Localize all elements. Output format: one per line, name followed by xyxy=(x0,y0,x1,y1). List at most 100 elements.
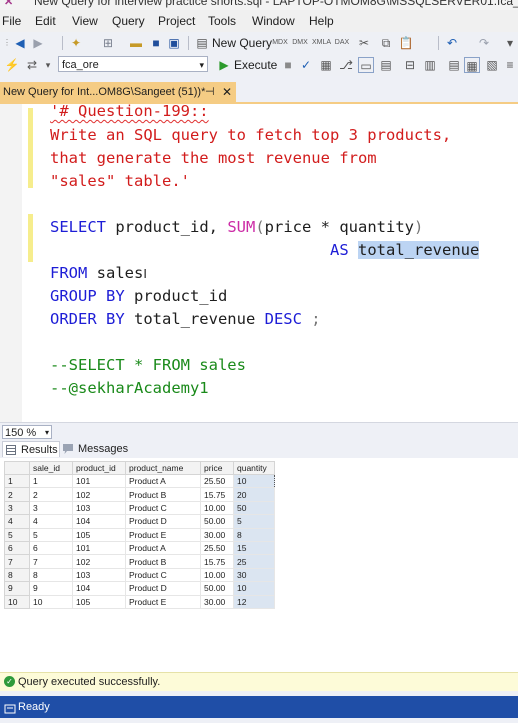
cell-product-name[interactable]: Product D xyxy=(125,581,201,596)
column-header[interactable]: quantity xyxy=(233,461,275,475)
cell-product-name[interactable]: Product B xyxy=(125,487,201,502)
cell-sale-id[interactable]: 7 xyxy=(29,554,73,569)
cell-product-id[interactable]: 103 xyxy=(72,567,126,583)
table-row[interactable]: 7 7 102 Product B 15.75 25 xyxy=(4,554,275,569)
cell-price[interactable]: 50.00 xyxy=(200,581,234,596)
cell-product-name[interactable]: Product C xyxy=(125,567,201,583)
cell-product-name[interactable]: Product E xyxy=(125,594,201,609)
new-query-button[interactable]: New Query xyxy=(212,36,272,50)
new-project-icon[interactable]: ✦ xyxy=(68,35,84,51)
cell-quantity[interactable]: 50 xyxy=(233,500,275,516)
row-number[interactable]: 4 xyxy=(4,514,30,529)
cell-sale-id[interactable]: 10 xyxy=(29,594,73,609)
table-row[interactable]: 3 3 103 Product C 10.00 50 xyxy=(4,500,275,516)
cell-price[interactable]: 50.00 xyxy=(200,514,234,529)
back-icon[interactable]: ◀ xyxy=(12,35,28,51)
cell-product-id[interactable]: 102 xyxy=(72,554,126,569)
row-number[interactable]: 7 xyxy=(4,554,30,569)
cell-price[interactable]: 25.50 xyxy=(200,540,234,556)
menu-query[interactable]: Query xyxy=(112,14,145,28)
dax-query-icon[interactable]: DAX xyxy=(334,35,350,51)
cell-quantity[interactable]: 5 xyxy=(233,514,275,529)
menu-help[interactable]: Help xyxy=(309,14,334,28)
parse-icon[interactable]: ✓ xyxy=(298,57,314,73)
save-all-icon[interactable]: ▣ xyxy=(166,35,182,51)
menu-edit[interactable]: Edit xyxy=(35,14,56,28)
table-row[interactable]: 6 6 101 Product A 25.50 15 xyxy=(4,540,275,556)
column-header[interactable]: product_id xyxy=(72,461,126,475)
redo-icon[interactable]: ↷ xyxy=(476,35,492,51)
menu-project[interactable]: Project xyxy=(158,14,195,28)
menu-file[interactable]: File xyxy=(2,14,21,28)
database-selector[interactable]: fca_ore ▾ xyxy=(58,56,208,72)
cell-quantity[interactable]: 30 xyxy=(233,567,275,583)
table-row[interactable]: 4 4 104 Product D 50.00 5 xyxy=(4,514,275,529)
cell-price[interactable]: 25.50 xyxy=(200,473,234,489)
cell-product-id[interactable]: 105 xyxy=(72,527,126,542)
cell-quantity[interactable]: 20 xyxy=(233,487,275,502)
undo-icon[interactable]: ↶ xyxy=(444,35,460,51)
intellisense-icon[interactable]: ▤ xyxy=(378,57,394,73)
cell-price[interactable]: 15.75 xyxy=(200,487,234,502)
cell-product-id[interactable]: 103 xyxy=(72,500,126,516)
cell-sale-id[interactable]: 1 xyxy=(29,473,73,489)
results-to-text-icon[interactable]: ▤ xyxy=(446,57,462,73)
cell-quantity[interactable]: 15 xyxy=(233,540,275,556)
cell-sale-id[interactable]: 2 xyxy=(29,487,73,502)
row-number[interactable]: 9 xyxy=(4,581,30,596)
mdx-query-icon[interactable]: MDX xyxy=(272,35,288,51)
cut-icon[interactable]: ✂ xyxy=(356,35,372,51)
table-row[interactable]: 9 9 104 Product D 50.00 10 xyxy=(4,581,275,596)
tab-messages[interactable]: Messages xyxy=(60,441,128,457)
table-row[interactable]: 10 10 105 Product E 30.00 12 xyxy=(4,594,275,609)
cell-sale-id[interactable]: 5 xyxy=(29,527,73,542)
cell-price[interactable]: 10.00 xyxy=(200,500,234,516)
cell-product-name[interactable]: Product C xyxy=(125,500,201,516)
close-tab-icon[interactable]: ✕ xyxy=(222,82,232,102)
tab-new-query[interactable]: New Query for Int...OM8G\Sangeet (51))* … xyxy=(0,82,236,102)
cell-product-name[interactable]: Product B xyxy=(125,554,201,569)
row-number[interactable]: 3 xyxy=(4,500,30,516)
cell-product-name[interactable]: Product A xyxy=(125,473,201,489)
cell-sale-id[interactable]: 4 xyxy=(29,514,73,529)
paste-icon[interactable]: 📋 xyxy=(398,35,414,51)
cell-price[interactable]: 15.75 xyxy=(200,554,234,569)
table-row[interactable]: 1 1 101 Product A 25.50 10 xyxy=(4,473,275,489)
cell-product-id[interactable]: 101 xyxy=(72,473,126,489)
column-header[interactable]: price xyxy=(200,461,234,475)
cell-product-id[interactable]: 105 xyxy=(72,594,126,609)
cell-product-id[interactable]: 104 xyxy=(72,514,126,529)
cell-product-id[interactable]: 101 xyxy=(72,540,126,556)
results-grid-toggle-icon[interactable]: ▦ xyxy=(464,57,480,73)
table-row[interactable]: 8 8 103 Product C 10.00 30 xyxy=(4,567,275,583)
row-number[interactable]: 8 xyxy=(4,567,30,583)
cell-product-name[interactable]: Product E xyxy=(125,527,201,542)
estimated-plan-icon[interactable]: ⎇ xyxy=(338,57,354,73)
row-number[interactable]: 2 xyxy=(4,487,30,502)
cell-price[interactable]: 30.00 xyxy=(200,594,234,609)
open-file-icon[interactable]: ▬ xyxy=(128,35,144,51)
table-row[interactable]: 5 5 105 Product E 30.00 8 xyxy=(4,527,275,542)
cell-product-name[interactable]: Product A xyxy=(125,540,201,556)
cell-price[interactable]: 10.00 xyxy=(200,567,234,583)
cell-quantity[interactable]: 10 xyxy=(233,581,275,596)
cell-product-id[interactable]: 104 xyxy=(72,581,126,596)
row-number[interactable]: 5 xyxy=(4,527,30,542)
cell-sale-id[interactable]: 9 xyxy=(29,581,73,596)
connect-icon[interactable]: ⚡ xyxy=(4,57,20,73)
cell-price[interactable]: 30.00 xyxy=(200,527,234,542)
column-header[interactable]: sale_id xyxy=(29,461,73,475)
connection-dropdown-icon[interactable]: ▾ xyxy=(40,57,56,73)
cell-quantity[interactable]: 10 xyxy=(233,473,275,489)
save-icon[interactable]: ■ xyxy=(148,35,164,51)
execute-button[interactable]: Execute xyxy=(234,58,277,72)
cell-sale-id[interactable]: 3 xyxy=(29,500,73,516)
cell-quantity[interactable]: 8 xyxy=(233,527,275,542)
query-options-icon[interactable]: ▭ xyxy=(358,57,374,73)
comment-lines-icon[interactable]: ≡ xyxy=(502,57,518,73)
sql-editor[interactable]: '# Question-199:: Write an SQL query to … xyxy=(0,102,518,422)
copy-icon[interactable]: ⧉ xyxy=(378,35,394,51)
row-number[interactable]: 1 xyxy=(4,473,30,489)
cell-product-name[interactable]: Product D xyxy=(125,514,201,529)
column-header[interactable]: product_name xyxy=(125,461,201,475)
